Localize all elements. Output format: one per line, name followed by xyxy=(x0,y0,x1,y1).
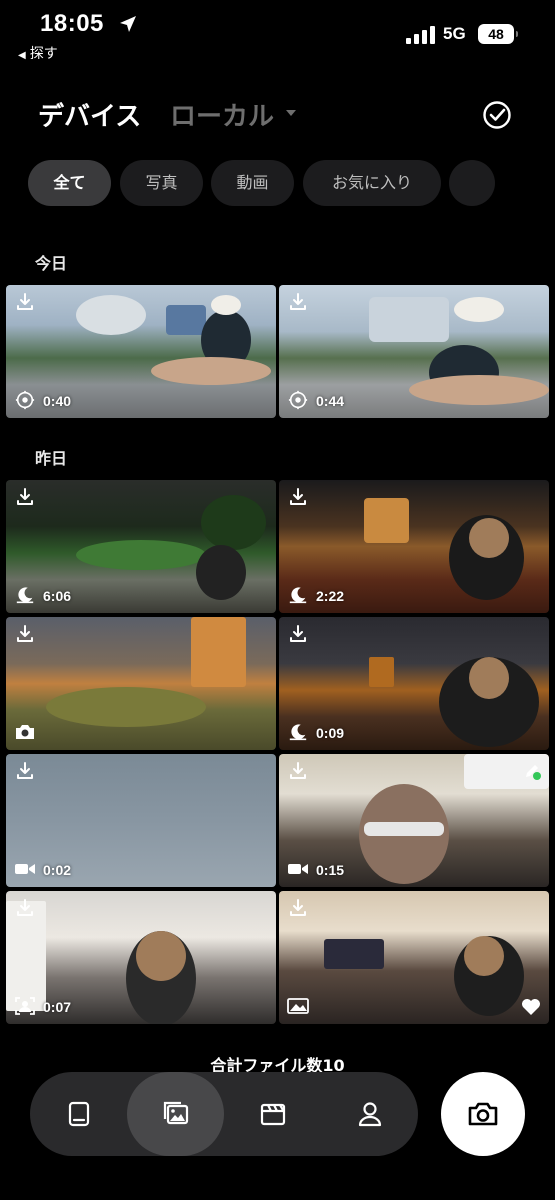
night-mode-icon xyxy=(289,724,307,741)
back-triangle-icon: ◀ xyxy=(18,50,26,61)
nav-profile[interactable] xyxy=(321,1072,418,1156)
tab-local[interactable]: ローカル xyxy=(170,96,274,133)
duration-label: 0:15 xyxy=(316,862,345,878)
download-icon[interactable] xyxy=(287,623,309,645)
download-icon[interactable] xyxy=(14,760,36,782)
filter-favorites[interactable]: お気に入り xyxy=(303,160,441,206)
back-app-label: 探す xyxy=(29,46,58,62)
download-icon[interactable] xyxy=(287,760,309,782)
nav-home[interactable] xyxy=(30,1072,127,1156)
filter-more[interactable] xyxy=(449,160,495,206)
nav-gallery[interactable] xyxy=(127,1072,224,1156)
media-thumbnail[interactable]: 0:07 xyxy=(6,891,276,1024)
status-time: 18:05 xyxy=(40,10,104,37)
duration-label: 6:06 xyxy=(43,588,72,604)
duration-label: 0:44 xyxy=(316,393,345,409)
media-thumbnail[interactable]: 6:06 xyxy=(6,480,276,613)
camera-icon xyxy=(468,1102,498,1126)
status-bar: 18:05 ◀ 探す 5G 48 xyxy=(0,0,555,70)
duration-label: 2:22 xyxy=(316,588,345,604)
gallery-icon xyxy=(163,1101,189,1125)
360-video-icon xyxy=(288,390,308,410)
media-thumbnail[interactable]: 2:22 xyxy=(279,480,549,613)
media-thumbnail[interactable]: 0:15 xyxy=(279,754,549,887)
network-type: 5G xyxy=(443,24,466,43)
duration-label: 0:40 xyxy=(43,393,72,409)
back-to-app-link[interactable]: ◀ 探す xyxy=(18,43,58,63)
battery-icon: 48 xyxy=(478,24,518,44)
filter-photo[interactable]: 写真 xyxy=(120,160,203,206)
media-thumbnail[interactable] xyxy=(6,617,276,750)
video-camera-icon xyxy=(15,864,35,874)
download-icon[interactable] xyxy=(287,486,309,508)
video-camera-icon xyxy=(288,864,308,874)
download-icon[interactable] xyxy=(14,486,36,508)
nav-edit[interactable] xyxy=(224,1072,321,1156)
download-icon[interactable] xyxy=(287,291,309,313)
battery-level: 48 xyxy=(488,26,504,42)
header: デバイス ローカル xyxy=(0,88,555,144)
section-title-yesterday: 昨日 xyxy=(35,449,68,468)
media-thumbnail[interactable] xyxy=(279,891,549,1024)
section-title-today: 今日 xyxy=(35,254,68,273)
download-icon[interactable] xyxy=(287,897,309,919)
filter-video[interactable]: 動画 xyxy=(211,160,294,206)
night-mode-icon xyxy=(289,587,307,604)
night-mode-icon xyxy=(16,587,34,604)
favorite-heart-icon[interactable] xyxy=(521,998,541,1016)
bottom-navigation xyxy=(30,1072,418,1156)
cellular-signal-icon xyxy=(406,26,436,44)
filter-chips: 全て 写真 動画 お気に入り xyxy=(28,160,555,206)
portrait-mode-icon xyxy=(15,997,35,1015)
edited-badge-icon xyxy=(526,765,541,780)
profile-icon xyxy=(358,1102,382,1127)
home-icon xyxy=(68,1101,90,1127)
media-thumbnail[interactable]: 0:09 xyxy=(279,617,549,750)
duration-label: 0:09 xyxy=(316,725,345,741)
panorama-photo-icon xyxy=(287,998,309,1014)
tab-device[interactable]: デバイス xyxy=(38,96,141,133)
duration-label: 0:02 xyxy=(43,862,72,878)
clapper-icon xyxy=(260,1103,286,1126)
360-video-icon xyxy=(15,390,35,410)
location-arrow-icon xyxy=(120,16,136,32)
media-thumbnail[interactable]: 0:40 xyxy=(6,285,276,418)
filter-all[interactable]: 全て xyxy=(28,160,111,206)
camera-icon xyxy=(16,725,34,739)
download-icon[interactable] xyxy=(14,897,36,919)
download-icon[interactable] xyxy=(14,623,36,645)
download-icon[interactable] xyxy=(14,291,36,313)
camera-shoot-button[interactable] xyxy=(441,1072,525,1156)
select-checkmark-icon[interactable] xyxy=(482,100,512,130)
duration-label: 0:07 xyxy=(43,999,72,1015)
chevron-down-icon[interactable] xyxy=(286,110,296,116)
media-thumbnail[interactable]: 0:44 xyxy=(279,285,549,418)
media-thumbnail[interactable]: 0:02 xyxy=(6,754,276,887)
